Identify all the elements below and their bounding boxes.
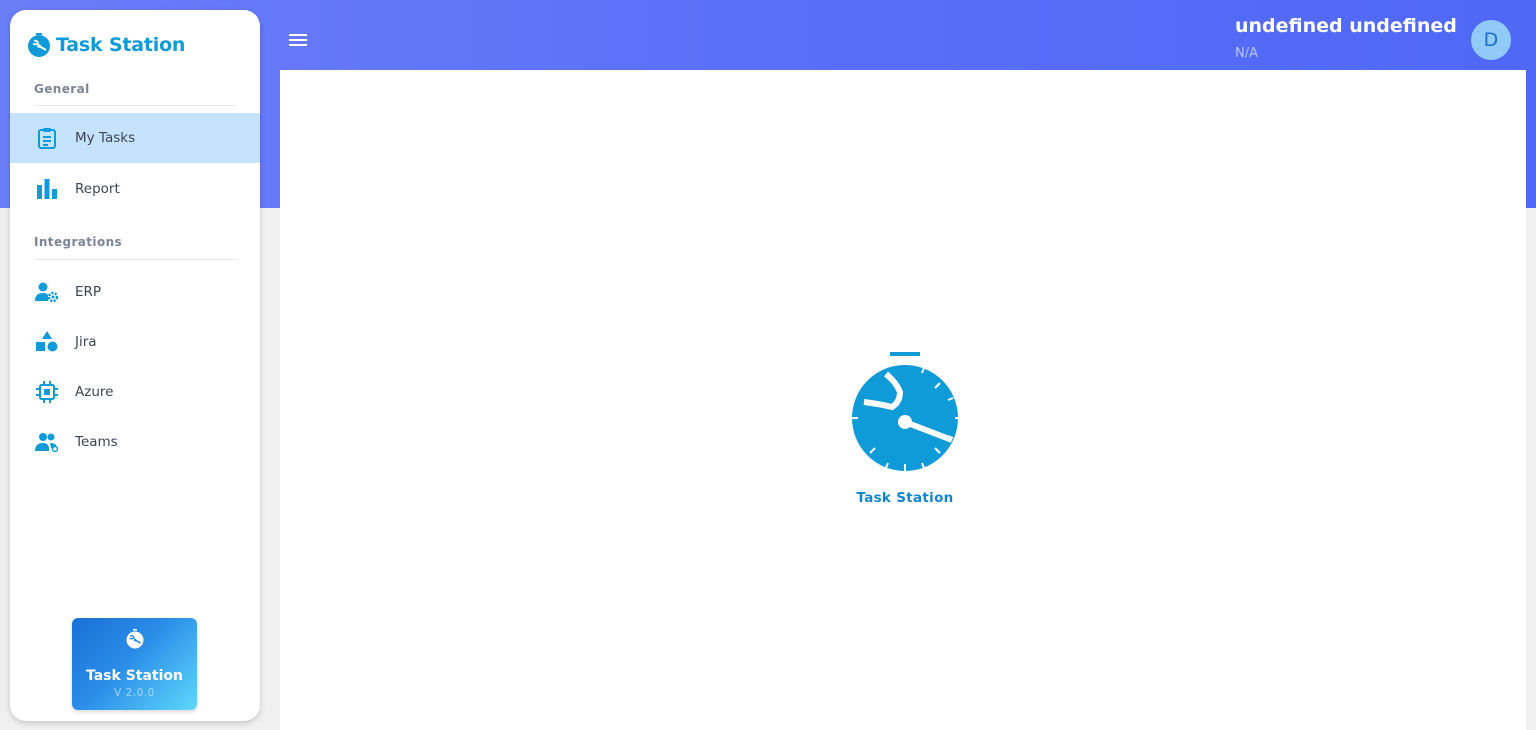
sidebar-item-label: Teams (75, 434, 118, 450)
users-icon (35, 430, 59, 454)
main-content: Task Station (280, 70, 1526, 730)
user-role: N/A (1235, 46, 1258, 61)
sidebar-item-my-tasks[interactable]: My Tasks (10, 113, 260, 163)
loader-label: Task Station (856, 490, 954, 506)
user-gear-icon (35, 280, 59, 304)
hamburger-menu-button[interactable] (286, 28, 310, 52)
brand-name: Task Station (56, 34, 186, 56)
sidebar-item-jira[interactable]: Jira (10, 317, 260, 367)
clipboard-icon (35, 126, 59, 150)
sidebar-item-label: Jira (75, 334, 97, 350)
sidebar-item-erp[interactable]: ERP (10, 267, 260, 317)
brand-logo[interactable]: Task Station (26, 30, 185, 60)
version-card-title: Task Station (85, 668, 183, 684)
sidebar-item-report[interactable]: Report (10, 164, 260, 214)
version-card: Task Station V 2.0.0 (72, 618, 197, 710)
avatar[interactable]: D (1471, 20, 1511, 60)
stopwatch-icon (852, 352, 958, 471)
user-name: undefined undefined (1235, 15, 1457, 37)
section-title-integrations: Integrations (34, 235, 123, 249)
sidebar-item-teams[interactable]: Teams (10, 417, 260, 467)
sidebar-item-label: ERP (75, 284, 102, 300)
chip-icon (35, 380, 59, 404)
stopwatch-icon (125, 629, 145, 654)
shapes-icon (35, 330, 59, 354)
section-title-general: General (34, 82, 90, 96)
section-divider (34, 105, 236, 106)
section-divider (34, 259, 236, 260)
bar-chart-icon (35, 177, 59, 201)
loading-indicator: Task Station (848, 352, 962, 506)
sidebar-item-label: Report (75, 181, 120, 197)
sidebar-item-label: Azure (75, 384, 114, 400)
sidebar: Task Station General My Tasks Report Int… (10, 10, 260, 721)
stopwatch-icon (28, 33, 50, 57)
hamburger-menu-icon (289, 34, 307, 46)
version-label: V 2.0.0 (114, 687, 155, 699)
sidebar-item-azure[interactable]: Azure (10, 367, 260, 417)
sidebar-item-label: My Tasks (75, 130, 136, 146)
